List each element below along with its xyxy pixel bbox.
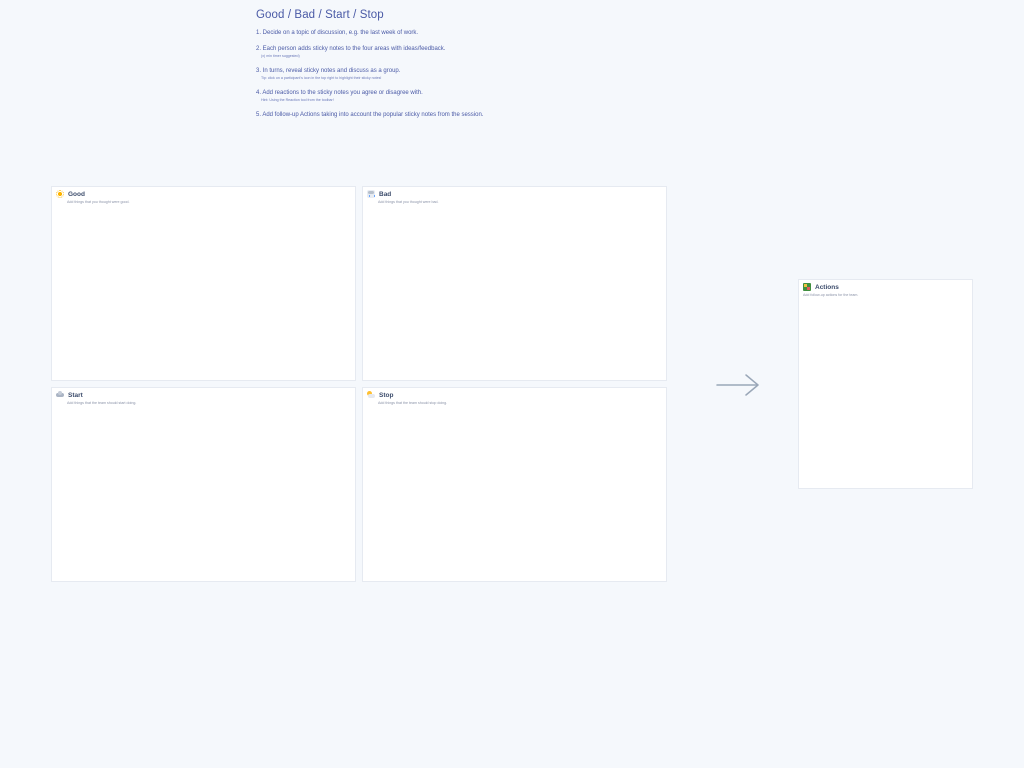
board-title[interactable]: Good / Bad / Start / Stop [256, 9, 496, 21]
panel-header: Good [56, 190, 85, 198]
panel-description-stop: Add things that the team should stop doi… [378, 401, 448, 405]
panel-title-good: Good [68, 190, 85, 198]
cloud-icon [56, 391, 64, 399]
rain-cloud-icon [367, 190, 375, 198]
panel-description-actions: Add follow-up actions for the team. [803, 293, 859, 297]
panel-title-stop: Stop [379, 391, 394, 399]
panel-good[interactable]: Good Add things that you thought were go… [51, 186, 356, 381]
panel-start[interactable]: Start Add things that the team should st… [51, 387, 356, 582]
panel-actions[interactable]: Actions Add follow-up actions for the te… [798, 279, 973, 489]
panel-header: Actions [803, 283, 839, 291]
arrow-right-icon[interactable] [716, 374, 760, 396]
step-text: 4. Add reactions to the sticky notes you… [256, 90, 423, 96]
sun-icon [56, 190, 64, 198]
partly-sunny-icon [367, 391, 375, 399]
step-text: 1. Decide on a topic of discussion, e.g.… [256, 30, 419, 36]
panel-title-actions: Actions [815, 283, 839, 291]
step-hint: Hint: Using the Reaction tool from the t… [261, 98, 334, 102]
panel-header: Start [56, 391, 83, 399]
step-text: 3. In turns, reveal sticky notes and dis… [256, 68, 401, 74]
step-text: 2. Each person adds sticky notes to the … [256, 46, 446, 52]
panel-description-bad: Add things that you thought were bad. [378, 200, 439, 204]
instruction-step[interactable]: 4. Add reactions to the sticky notes you… [256, 89, 496, 103]
panel-bad[interactable]: Bad Add things that you thought were bad… [362, 186, 667, 381]
panel-stop[interactable]: Stop Add things that the team should sto… [362, 387, 667, 582]
instruction-step[interactable]: 5. Add follow-up Actions taking into acc… [256, 111, 496, 119]
instructions-block: Good / Bad / Start / Stop 1. Decide on a… [256, 9, 496, 127]
instruction-step[interactable]: 1. Decide on a topic of discussion, e.g.… [256, 29, 496, 37]
panel-description-start: Add things that the team should start do… [67, 401, 137, 405]
step-hint: (x) min timer suggested) [261, 54, 300, 58]
panel-header: Bad [367, 190, 391, 198]
step-hint: Tip: click on a participant's icon in th… [261, 76, 382, 80]
instruction-step[interactable]: 2. Each person adds sticky notes to the … [256, 45, 496, 59]
panel-title-start: Start [68, 391, 83, 399]
step-text: 5. Add follow-up Actions taking into acc… [256, 112, 484, 118]
panel-title-bad: Bad [379, 190, 392, 198]
actions-icon [803, 283, 811, 291]
instruction-step[interactable]: 3. In turns, reveal sticky notes and dis… [256, 67, 496, 81]
panel-header: Stop [367, 391, 393, 399]
panel-description-good: Add things that you thought were good. [67, 200, 130, 204]
